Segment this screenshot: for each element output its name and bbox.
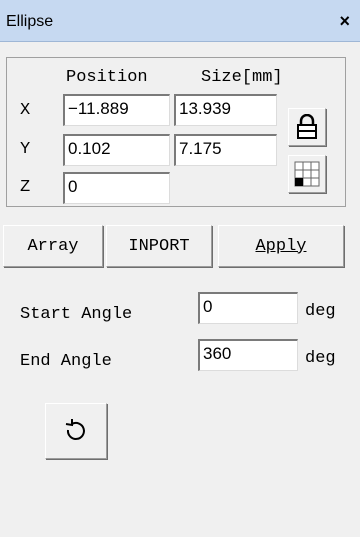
- position-header: Position: [66, 68, 148, 87]
- apply-button-label: Apply: [255, 236, 307, 256]
- start-angle-unit: deg: [305, 302, 336, 321]
- start-angle-label: Start Angle: [20, 305, 133, 324]
- end-angle-field[interactable]: 360: [198, 339, 298, 371]
- y-label: Y: [20, 140, 31, 159]
- grid-anchor-icon: [294, 161, 320, 187]
- end-angle-label: End Angle: [20, 352, 112, 371]
- x-size-field[interactable]: 13.939: [174, 94, 277, 126]
- import-button-label: INPORT: [128, 236, 190, 256]
- close-icon[interactable]: ×: [339, 11, 350, 32]
- title-bar: Ellipse ×: [0, 0, 360, 42]
- lock-button[interactable]: [288, 108, 326, 146]
- import-button[interactable]: INPORT: [106, 225, 212, 267]
- y-size-field[interactable]: 7.175: [174, 134, 277, 166]
- apply-button[interactable]: Apply: [218, 225, 344, 267]
- size-header: Size[mm]: [201, 68, 283, 87]
- array-button[interactable]: Array: [3, 225, 103, 267]
- rotate-ccw-icon: [65, 419, 85, 440]
- z-position-field[interactable]: 0: [63, 172, 170, 204]
- end-angle-unit: deg: [305, 349, 336, 368]
- z-label: Z: [20, 178, 31, 197]
- anchor-grid-button[interactable]: [288, 155, 326, 193]
- window-title: Ellipse: [6, 13, 54, 30]
- x-position-field[interactable]: −11.889: [63, 94, 170, 126]
- lock-icon: [297, 114, 317, 139]
- array-button-label: Array: [27, 236, 79, 256]
- start-angle-field[interactable]: 0: [198, 292, 298, 324]
- x-label: X: [20, 101, 31, 120]
- rotate-button[interactable]: [45, 403, 107, 459]
- y-position-field[interactable]: 0.102: [63, 134, 170, 166]
